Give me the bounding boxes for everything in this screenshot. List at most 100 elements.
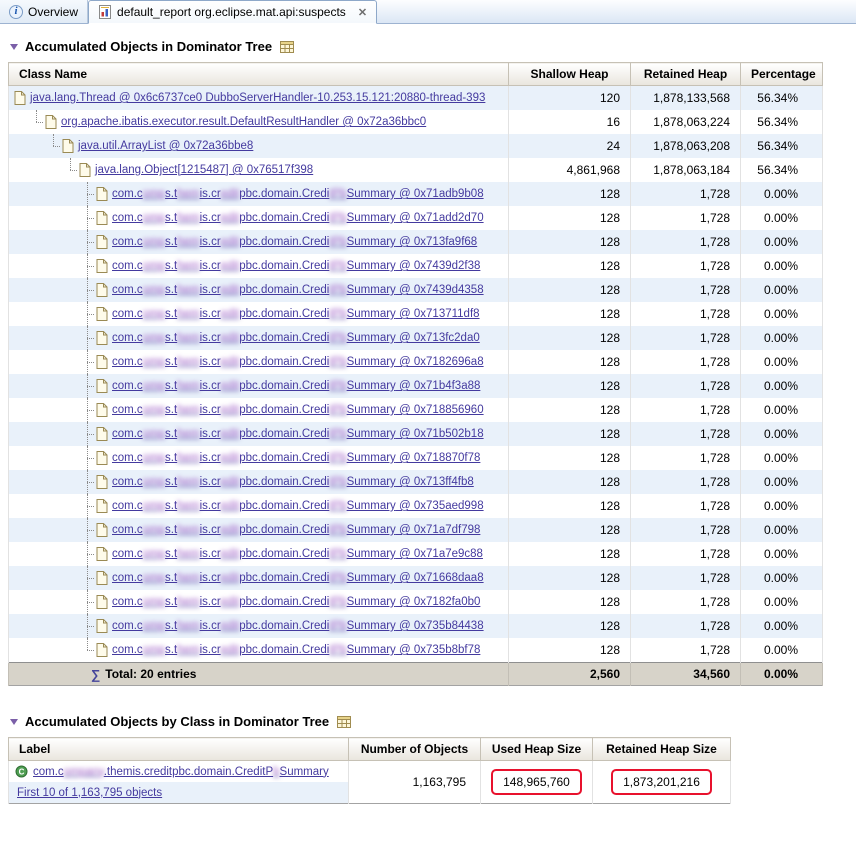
tree-row[interactable]: org.apache.ibatis.executor.result.Defaul… [8, 110, 823, 134]
column-header-class-name[interactable]: Class Name [8, 62, 509, 86]
redacted-text: omp [142, 308, 166, 320]
tree-row[interactable]: com.comps.themis.creditpbc.domain.Credit… [8, 446, 823, 470]
tree-row[interactable]: com.comps.themis.creditpbc.domain.Credit… [8, 230, 823, 254]
tree-row[interactable]: com.comps.themis.creditpbc.domain.Credit… [8, 398, 823, 422]
first-n-objects-link[interactable]: First 10 of 1,163,795 objects [17, 787, 162, 799]
tree-row[interactable]: com.comps.themis.creditpbc.domain.Credit… [8, 638, 823, 663]
number-of-objects-cell: 1,163,795 [348, 760, 481, 804]
redacted-text: tPb [329, 380, 347, 392]
class-link[interactable]: com.comps.themis.creditpbc.domain.Credit… [112, 212, 484, 224]
used-heap-cell: 148,965,760 [480, 760, 593, 804]
class-link[interactable]: com.comps.themis.creditpbc.domain.Credit… [112, 620, 484, 632]
column-header-retained-heap-size[interactable]: Retained Heap Size [592, 737, 731, 761]
collapse-twisty-icon[interactable] [10, 43, 18, 50]
tree-row[interactable]: com.comps.themis.creditpbc.domain.Credit… [8, 494, 823, 518]
column-header-label[interactable]: Label [8, 737, 349, 761]
percentage-cell: 0.00% [740, 542, 823, 566]
tree-row[interactable]: com.comps.themis.creditpbc.domain.Credit… [8, 518, 823, 542]
column-header-number-of-objects[interactable]: Number of Objects [348, 737, 481, 761]
tree-row[interactable]: com.comps.themis.creditpbc.domain.Credit… [8, 182, 823, 206]
tab-overview[interactable]: i Overview [0, 0, 89, 23]
tree-row[interactable]: com.comps.themis.creditpbc.domain.Credit… [8, 590, 823, 614]
retained-heap-value: 1,873,201,216 [623, 775, 700, 789]
class-link[interactable]: com.comps.themis.creditpbc.domain.Credit… [112, 188, 484, 200]
percentage-cell: 0.00% [740, 230, 823, 254]
tree-connector [81, 374, 95, 398]
redacted-text: edit [220, 644, 240, 656]
tree-row[interactable]: java.lang.Thread @ 0x6c6737ce0 DubboServ… [8, 85, 823, 110]
redacted-text: omp [142, 500, 166, 512]
column-header-shallow-heap[interactable]: Shallow Heap [508, 62, 631, 86]
tree-connector [30, 110, 44, 134]
column-header-percentage[interactable]: Percentage [740, 62, 823, 86]
redacted-text: tPb [329, 212, 347, 224]
by-class-label-link[interactable]: com.company.themis.creditpbc.domain.Cred… [33, 766, 329, 778]
class-link[interactable]: com.comps.themis.creditpbc.domain.Credit… [112, 644, 480, 656]
tree-row[interactable]: com.comps.themis.creditpbc.domain.Credit… [8, 302, 823, 326]
class-link[interactable]: com.comps.themis.creditpbc.domain.Credit… [112, 500, 484, 512]
info-icon: i [9, 4, 23, 19]
class-link[interactable]: com.comps.themis.creditpbc.domain.Credit… [112, 260, 480, 272]
close-icon[interactable]: ✕ [358, 6, 367, 19]
class-link[interactable]: com.comps.themis.creditpbc.domain.Credit… [112, 332, 480, 344]
shallow-heap-cell: 4,861,968 [508, 158, 631, 182]
column-header-used-heap-size[interactable]: Used Heap Size [480, 737, 593, 761]
class-link[interactable]: com.comps.themis.creditpbc.domain.Credit… [112, 236, 477, 248]
class-link[interactable]: java.lang.Thread @ 0x6c6737ce0 DubboServ… [30, 92, 485, 104]
class-link[interactable]: com.comps.themis.creditpbc.domain.Credit… [112, 572, 484, 584]
percentage-cell: 0.00% [740, 494, 823, 518]
tree-row[interactable]: java.lang.Object[1215487] @ 0x76517f398 4… [8, 158, 823, 182]
tree-row[interactable]: java.util.ArrayList @ 0x72a36bbe8 24 1,878… [8, 134, 823, 158]
class-link[interactable]: com.comps.themis.creditpbc.domain.Credit… [112, 548, 483, 560]
collapse-twisty-icon[interactable] [10, 718, 18, 725]
column-header-retained-heap[interactable]: Retained Heap [630, 62, 741, 86]
by-class-row[interactable]: C com.company.themis.creditpbc.domain.Cr… [8, 760, 731, 804]
class-link[interactable]: com.comps.themis.creditpbc.domain.Credit… [112, 308, 480, 320]
class-link[interactable]: com.comps.themis.creditpbc.domain.Credit… [112, 476, 474, 488]
shallow-heap-cell: 128 [508, 278, 631, 302]
class-link[interactable]: org.apache.ibatis.executor.result.Defaul… [61, 116, 426, 128]
class-link[interactable]: com.comps.themis.creditpbc.domain.Credit… [112, 404, 484, 416]
retained-heap-cell: 1,728 [630, 326, 741, 350]
redacted-text: edit [220, 308, 240, 320]
class-link[interactable]: com.comps.themis.creditpbc.domain.Credit… [112, 596, 480, 608]
tree-row[interactable]: com.comps.themis.creditpbc.domain.Credit… [8, 326, 823, 350]
tree-row[interactable]: com.comps.themis.creditpbc.domain.Credit… [8, 254, 823, 278]
tree-connector [81, 446, 95, 470]
redacted-text: omp [142, 524, 166, 536]
tree-row[interactable]: com.comps.themis.creditpbc.domain.Credit… [8, 566, 823, 590]
tree-row[interactable]: com.comps.themis.creditpbc.domain.Credit… [8, 542, 823, 566]
tree-connector [81, 254, 95, 278]
tree-connector [81, 518, 95, 542]
class-link[interactable]: com.comps.themis.creditpbc.domain.Credit… [112, 380, 480, 392]
tree-row[interactable]: com.comps.themis.creditpbc.domain.Credit… [8, 350, 823, 374]
tree-row[interactable]: com.comps.themis.creditpbc.domain.Credit… [8, 614, 823, 638]
tab-suspects-label: default_report org.eclipse.mat.api:suspe… [117, 5, 346, 19]
class-link[interactable]: com.comps.themis.creditpbc.domain.Credit… [112, 524, 480, 536]
object-icon [96, 619, 108, 633]
redacted-text: hem [177, 452, 200, 464]
tree-row[interactable]: com.comps.themis.creditpbc.domain.Credit… [8, 470, 823, 494]
tree-row[interactable]: com.comps.themis.creditpbc.domain.Credit… [8, 206, 823, 230]
class-link[interactable]: java.util.ArrayList @ 0x72a36bbe8 [78, 140, 253, 152]
class-link[interactable]: java.lang.Object[1215487] @ 0x76517f398 [95, 164, 313, 176]
redacted-text: hem [177, 260, 200, 272]
class-link[interactable]: com.comps.themis.creditpbc.domain.Credit… [112, 356, 484, 368]
retained-heap-cell: 1,728 [630, 638, 741, 663]
shallow-heap-cell: 128 [508, 422, 631, 446]
redacted-text: ompany [63, 765, 104, 778]
tree-row[interactable]: com.comps.themis.creditpbc.domain.Credit… [8, 278, 823, 302]
redacted-text: tPb [329, 476, 347, 488]
retained-heap-cell: 1,728 [630, 494, 741, 518]
class-link[interactable]: com.comps.themis.creditpbc.domain.Credit… [112, 284, 484, 296]
redacted-text: hem [177, 476, 200, 488]
class-link[interactable]: com.comps.themis.creditpbc.domain.Credit… [112, 452, 480, 464]
percentage-cell: 56.34% [740, 110, 823, 134]
redacted-text: edit [220, 476, 240, 488]
class-link[interactable]: com.comps.themis.creditpbc.domain.Credit… [112, 428, 484, 440]
object-icon [96, 307, 108, 321]
tree-row[interactable]: com.comps.themis.creditpbc.domain.Credit… [8, 374, 823, 398]
tab-suspects[interactable]: default_report org.eclipse.mat.api:suspe… [88, 0, 378, 24]
percentage-cell: 56.34% [740, 134, 823, 158]
tree-row[interactable]: com.comps.themis.creditpbc.domain.Credit… [8, 422, 823, 446]
